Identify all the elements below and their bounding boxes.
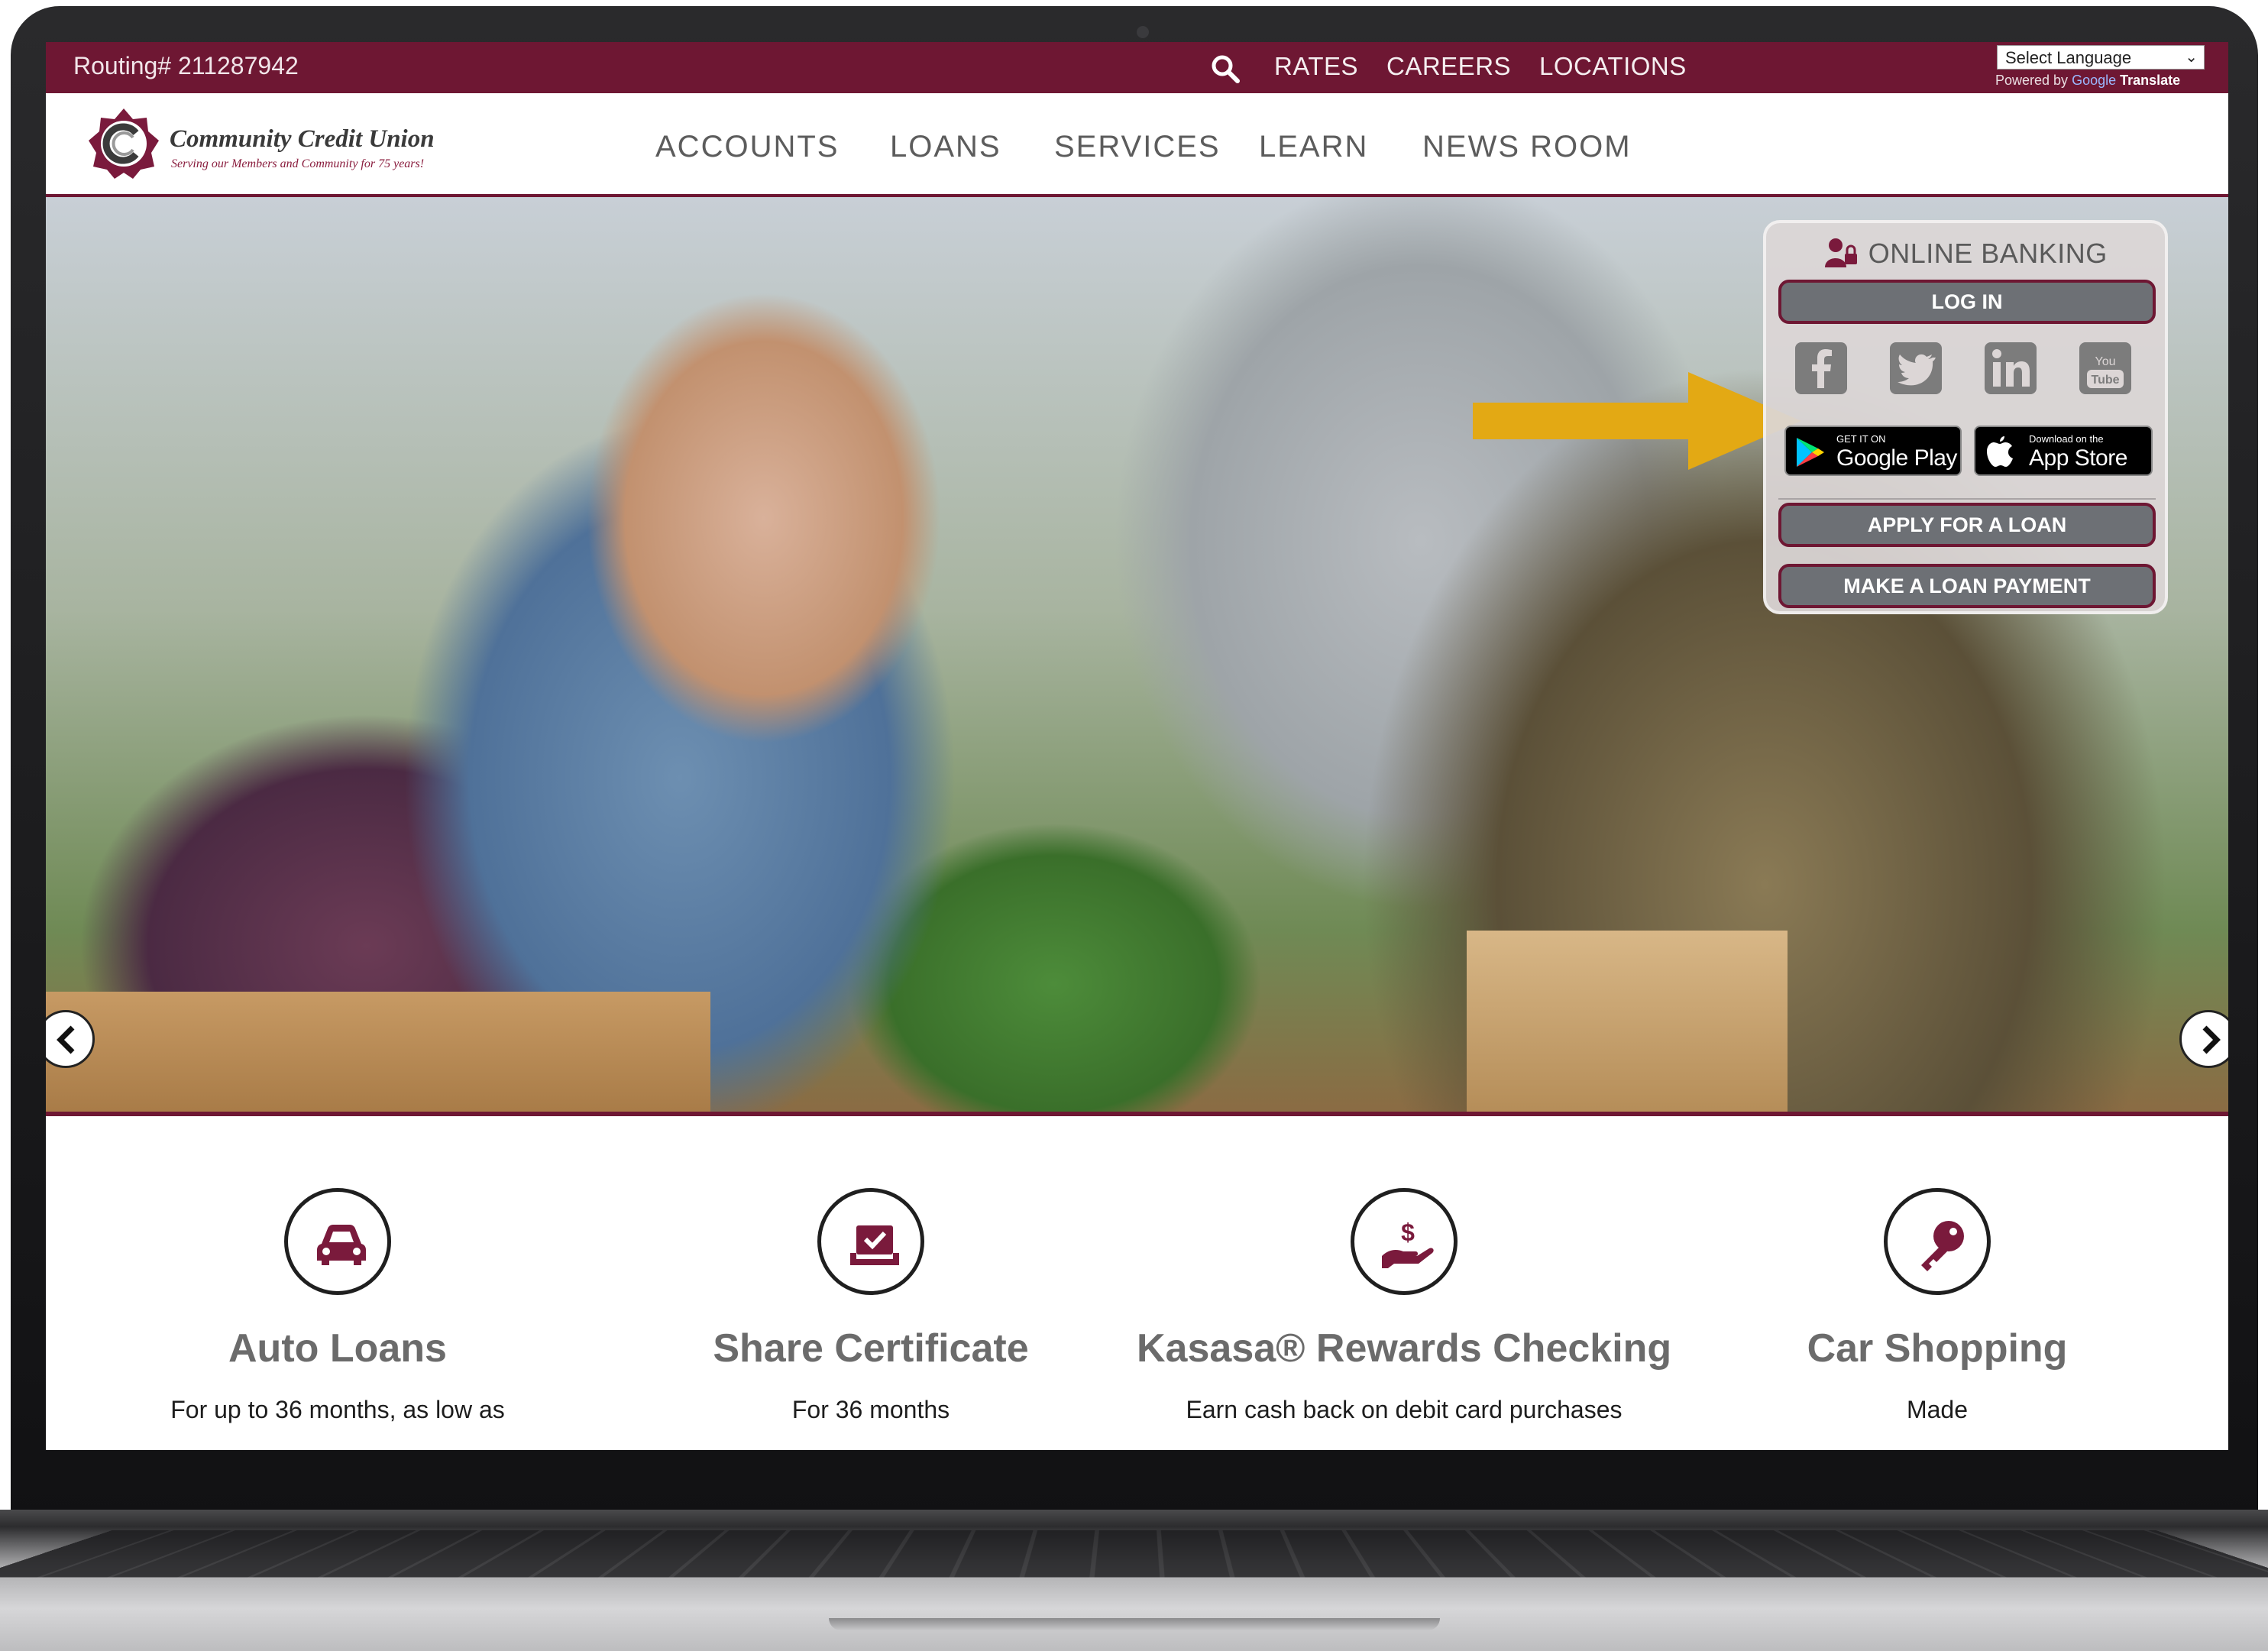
nav-news-room[interactable]: NEWS ROOM bbox=[1422, 130, 1632, 164]
feature-title-kasasa[interactable]: Kasasa® Rewards Checking bbox=[1137, 1326, 1671, 1371]
car-icon-badge[interactable] bbox=[284, 1188, 391, 1295]
powered-by-text: Powered by bbox=[1995, 73, 2069, 88]
rates-link[interactable]: RATES bbox=[1274, 52, 1358, 81]
online-banking-panel: ONLINE BANKING LOG IN You Tube GET IT ON… bbox=[1763, 220, 2168, 614]
laptop-camera bbox=[1137, 26, 1149, 38]
main-nav: Community Credit Union Serving our Membe… bbox=[46, 93, 2228, 197]
feature-subtitle-share-certificate: For 36 months bbox=[791, 1396, 950, 1423]
google-play-small-text: GET IT ON bbox=[1836, 433, 1886, 445]
linkedin-icon[interactable] bbox=[1983, 341, 2038, 396]
login-button[interactable]: LOG IN bbox=[1778, 280, 2156, 324]
key-icon bbox=[1921, 1221, 1964, 1271]
online-banking-title: ONLINE BANKING bbox=[1766, 237, 2165, 270]
callout-arrow-icon bbox=[1473, 372, 1801, 470]
powered-by-google-translate: Powered by Google Translate bbox=[1995, 73, 2180, 89]
careers-link[interactable]: CAREERS bbox=[1386, 52, 1511, 81]
svg-text:You: You bbox=[2095, 355, 2116, 368]
facebook-icon[interactable] bbox=[1794, 341, 1849, 396]
language-select[interactable]: Select Language ⌄ bbox=[1997, 45, 2205, 70]
logo-tagline: Serving our Members and Community for 75… bbox=[171, 157, 425, 170]
youtube-icon[interactable]: You Tube bbox=[2078, 341, 2133, 396]
hero-crate-right bbox=[1467, 931, 1788, 1114]
app-store-badge[interactable]: Download on the App Store bbox=[1974, 426, 2153, 476]
svg-text:$: $ bbox=[1401, 1219, 1415, 1246]
language-select-value: Select Language bbox=[2005, 48, 2132, 67]
google-logo-text: Google bbox=[2072, 73, 2117, 88]
app-store-small-text: Download on the bbox=[2029, 433, 2104, 445]
cash-hand-icon-badge[interactable]: $ bbox=[1351, 1188, 1458, 1295]
feature-subtitle-car-shopping: Made bbox=[1906, 1396, 1969, 1423]
certificate-icon-badge[interactable] bbox=[817, 1188, 924, 1295]
hero-crate-left bbox=[46, 992, 710, 1114]
search-icon[interactable] bbox=[1210, 53, 1241, 84]
laptop-keyboard bbox=[0, 1530, 2268, 1578]
app-store-text: App Store bbox=[2029, 445, 2127, 471]
key-icon-badge[interactable] bbox=[1884, 1188, 1991, 1295]
locations-link[interactable]: LOCATIONS bbox=[1539, 52, 1687, 81]
nav-services[interactable]: SERVICES bbox=[1054, 130, 1221, 164]
utility-bar: Routing# 211287942 RATES CAREERS LOCATIO… bbox=[46, 42, 2228, 93]
svg-text:Tube: Tube bbox=[2091, 374, 2119, 387]
certificate-icon bbox=[850, 1225, 899, 1265]
apple-icon bbox=[1987, 436, 2013, 467]
online-banking-label: ONLINE BANKING bbox=[1868, 238, 2108, 269]
nav-loans[interactable]: LOANS bbox=[890, 130, 1001, 164]
feature-title-car-shopping[interactable]: Car Shopping bbox=[1670, 1326, 2205, 1371]
feature-subtitle-auto-loans: For up to 36 months, as low as bbox=[170, 1396, 505, 1423]
nav-accounts[interactable]: ACCOUNTS bbox=[655, 130, 839, 164]
user-lock-icon bbox=[1825, 238, 1858, 267]
logo-name[interactable]: Community Credit Union bbox=[170, 125, 435, 154]
feature-title-share-certificate[interactable]: Share Certificate bbox=[603, 1326, 1138, 1371]
chevron-left-icon bbox=[57, 1025, 75, 1054]
feature-subtitle-kasasa: Earn cash back on debit card purchases bbox=[1186, 1396, 1623, 1423]
routing-number: Routing# 211287942 bbox=[73, 52, 299, 79]
google-play-badge[interactable]: GET IT ON Google Play bbox=[1784, 426, 1962, 476]
laptop-notch bbox=[829, 1618, 1440, 1630]
google-play-icon bbox=[1797, 438, 1824, 467]
apply-for-loan-button[interactable]: APPLY FOR A LOAN bbox=[1778, 503, 2156, 547]
panel-divider bbox=[1778, 498, 2156, 500]
feature-section: Auto Loans For up to 36 months, as low a… bbox=[46, 1116, 2228, 1450]
browser-screen: Routing# 211287942 RATES CAREERS LOCATIO… bbox=[46, 42, 2228, 1450]
twitter-icon[interactable] bbox=[1888, 341, 1943, 396]
credit-union-logo-icon[interactable] bbox=[87, 107, 160, 180]
google-play-text: Google Play bbox=[1836, 445, 1957, 471]
feature-title-auto-loans[interactable]: Auto Loans bbox=[70, 1326, 605, 1371]
chevron-down-icon: ⌄ bbox=[2185, 49, 2198, 66]
make-loan-payment-button[interactable]: MAKE A LOAN PAYMENT bbox=[1778, 564, 2156, 608]
translate-text: Translate bbox=[2120, 73, 2181, 88]
chevron-right-icon bbox=[2202, 1025, 2221, 1054]
cash-hand-icon: $ bbox=[1382, 1219, 1434, 1268]
nav-learn[interactable]: LEARN bbox=[1259, 130, 1368, 164]
car-icon bbox=[317, 1225, 366, 1265]
